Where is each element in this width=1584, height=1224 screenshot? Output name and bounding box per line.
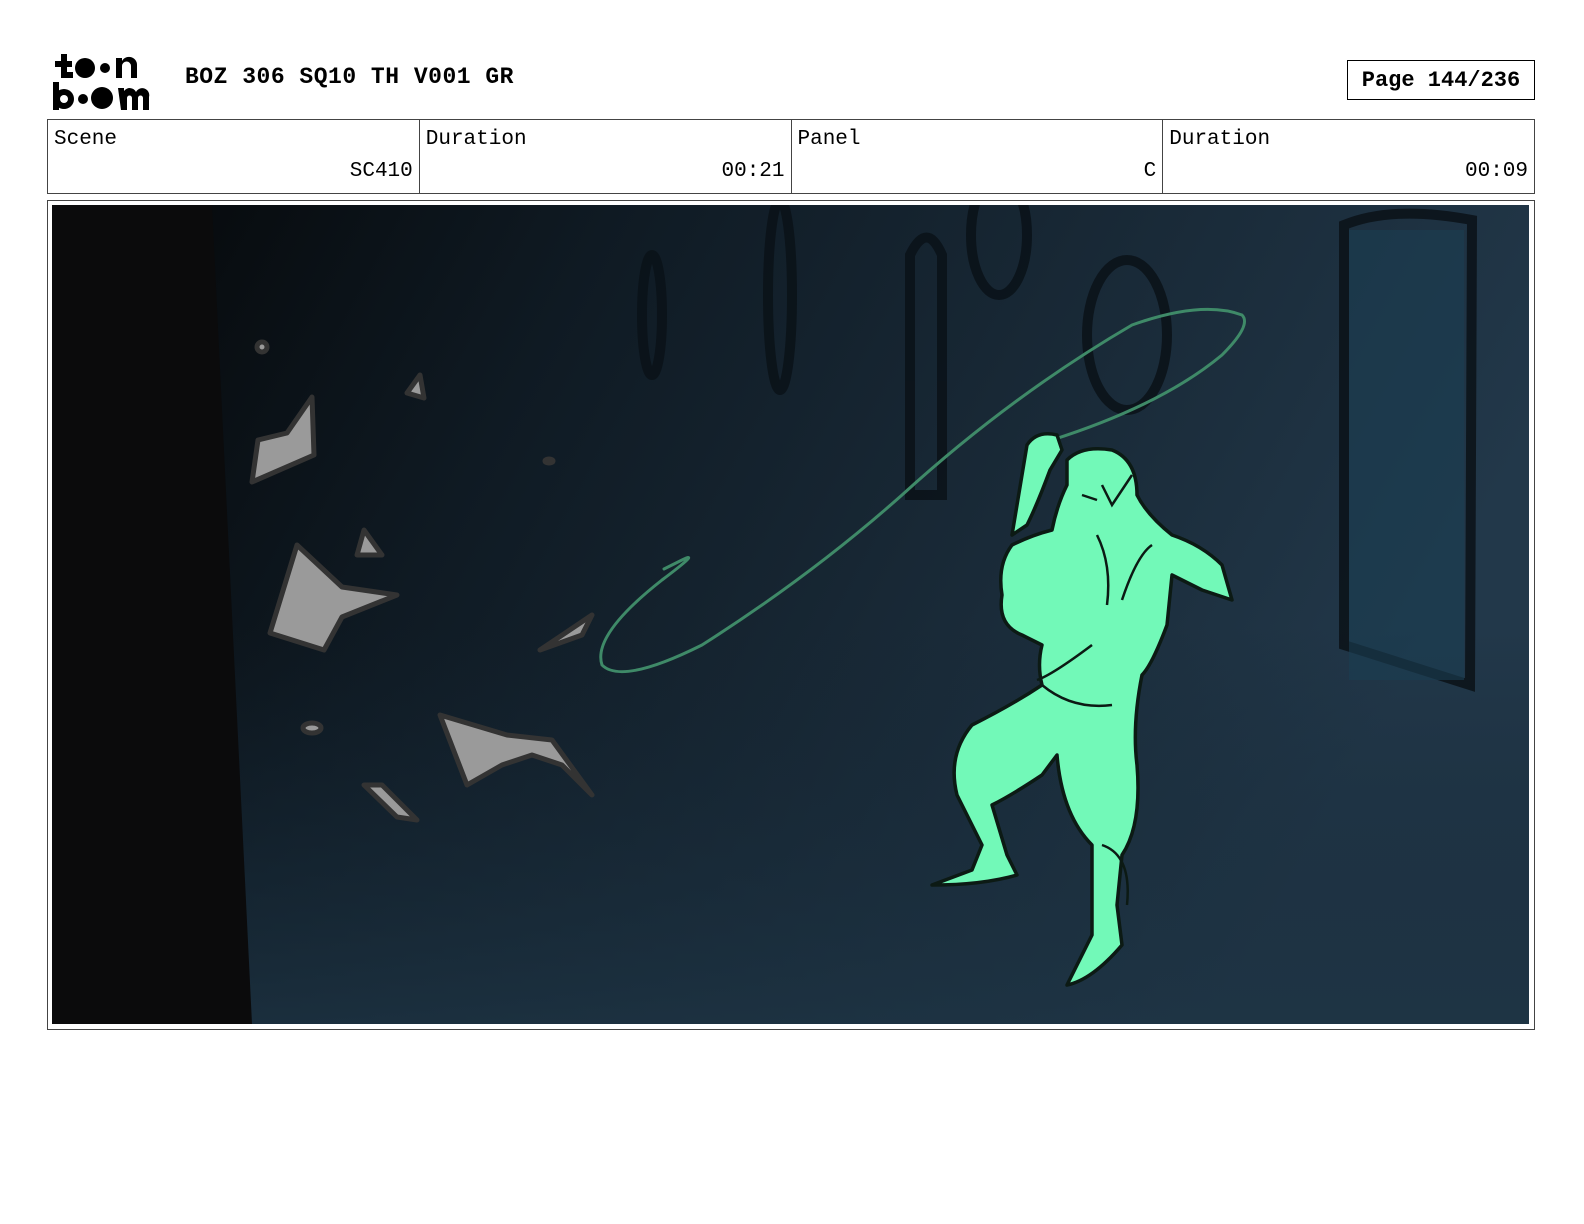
storyboard-panel-frame: [47, 200, 1535, 1030]
panel-duration-label: Duration: [1169, 128, 1271, 151]
scene-duration-value: 00:21: [721, 160, 785, 183]
panel-duration-value: 00:09: [1464, 160, 1528, 183]
project-title: BOZ 306 SQ10 TH V001 GR: [185, 64, 514, 90]
scene-cell: Scene SC410: [48, 120, 420, 193]
toon-boom-logo-icon: [53, 54, 150, 110]
page-number: Page 144/236: [1347, 60, 1535, 100]
panel-duration-cell: Duration 00:09: [1163, 120, 1534, 193]
scene-value: SC410: [349, 160, 413, 183]
panel-value: C: [1143, 160, 1157, 183]
scene-info-table: Scene SC410 Duration 00:21 Panel C Durat…: [47, 119, 1535, 194]
panel-cell: Panel C: [792, 120, 1164, 193]
storyboard-panel-image: [52, 205, 1529, 1024]
panel-label: Panel: [797, 128, 861, 151]
scene-label: Scene: [54, 128, 118, 151]
scene-duration-label: Duration: [425, 128, 527, 151]
scene-duration-cell: Duration 00:21: [420, 120, 792, 193]
